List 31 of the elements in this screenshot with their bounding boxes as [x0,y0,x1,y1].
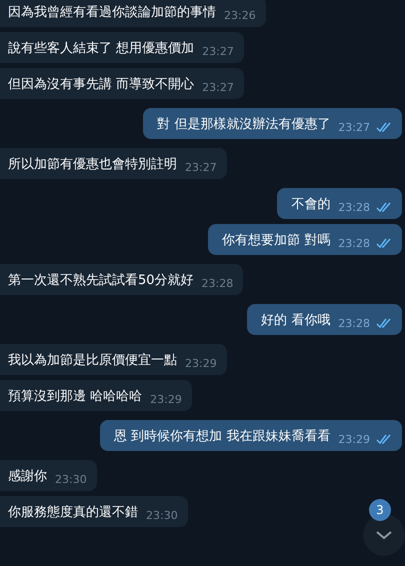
message-time: 23:27 [338,121,370,135]
message-time: 23:27 [202,45,234,59]
message-text: 預算沒到那邊 哈哈哈哈 [8,388,142,406]
message-text: 我以為加節是比原價便宜一點 [8,352,177,370]
message-time: 23:26 [224,9,256,23]
message-time: 23:28 [338,201,370,215]
message-text: 好的 看你哦 [261,312,330,330]
message-text: 所以加節有優惠也會特別註明 [8,156,177,174]
message-text: 對 但是那樣就沒辦法有優惠了 [157,116,330,134]
message-time: 23:28 [338,317,370,331]
message-text: 說有些客人結束了 想用優惠價加 [8,40,194,58]
message-time: 23:29 [185,357,217,371]
message-text: 但因為沒有事先講 而導致不開心 [8,76,194,94]
message-time: 23:30 [146,509,178,523]
message-time: 23:27 [185,161,217,175]
message-text: 感謝你 [8,468,47,486]
message-time: 23:28 [338,237,370,251]
unread-badge: 3 [369,499,391,521]
message-text: 第一次還不熟先試試看50分就好 [8,272,194,290]
message-time: 23:29 [338,433,370,447]
message-time: 23:30 [55,473,87,487]
message-text: 因為我曾經有看過你談論加節的事情 [8,4,216,22]
scroll-down-button[interactable] [363,514,405,556]
message-time: 23:27 [202,81,234,95]
message-text: 不會的 [291,196,330,214]
chevron-down-icon [375,530,393,540]
message-text: 你服務態度真的還不錯 [8,504,138,522]
message-time: 23:28 [202,277,234,291]
message-time: 23:29 [150,393,182,407]
message-text: 恩 到時候你有想加 我在跟妹妹喬看看 [114,428,330,446]
message-text: 你有想要加節 對嗎 [222,232,330,250]
